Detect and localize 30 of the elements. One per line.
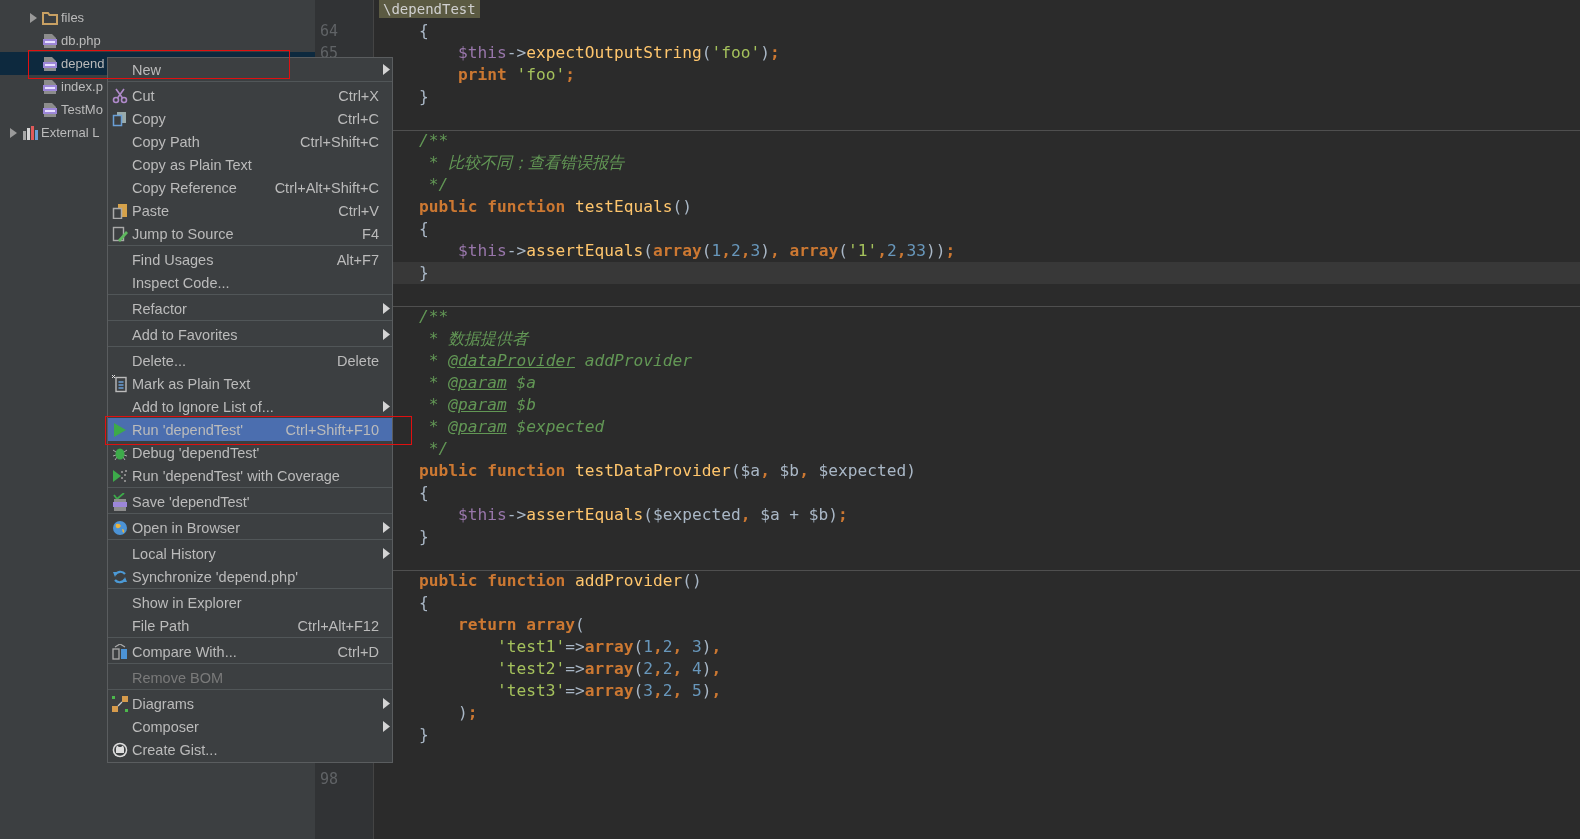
code-line: public function testEquals() <box>419 196 692 218</box>
code-line: * 比较不同；查看错误报告 <box>427 152 625 174</box>
code-line: 'test1'=>array(1,2, 3), <box>495 636 722 658</box>
code-line: { <box>419 592 429 614</box>
code-line: * @dataProvider addProvider <box>427 350 692 372</box>
code-line: return array( <box>456 614 585 636</box>
code-line: 'test2'=>array(2,2, 4), <box>495 658 722 680</box>
code-line: } <box>419 724 429 746</box>
code-line: $this->assertEquals($expected, $a + $b); <box>456 504 848 526</box>
code-line: /** <box>419 306 449 328</box>
code-line: 'test3'=>array(3,2, 5), <box>495 680 722 702</box>
code-line: { <box>419 20 429 42</box>
code-line: } <box>419 526 429 548</box>
code-line: } <box>419 86 429 108</box>
code-line: /** <box>419 130 449 152</box>
code-line: ); <box>456 702 478 724</box>
code-line: public function addProvider() <box>419 570 702 592</box>
code-line: { <box>419 218 429 240</box>
code-line: * @param $b <box>427 394 536 416</box>
code-line: * @param $a <box>427 372 536 394</box>
code-line: $this->expectOutputString('foo'); <box>456 42 780 64</box>
code-line: * 数据提供者 <box>427 328 529 350</box>
code-line: public function testDataProvider($a, $b, $expected) <box>419 460 917 482</box>
code-line: * @param $expected <box>427 416 605 438</box>
code-line: */ <box>427 438 449 460</box>
code-line: */ <box>427 174 449 196</box>
code-line: { <box>419 482 429 504</box>
code-line: print 'foo'; <box>456 64 575 86</box>
code-line: $this->assertEquals(array(1,2,3), array('1',2,33)); <box>456 240 956 262</box>
code-line: } <box>419 262 429 284</box>
